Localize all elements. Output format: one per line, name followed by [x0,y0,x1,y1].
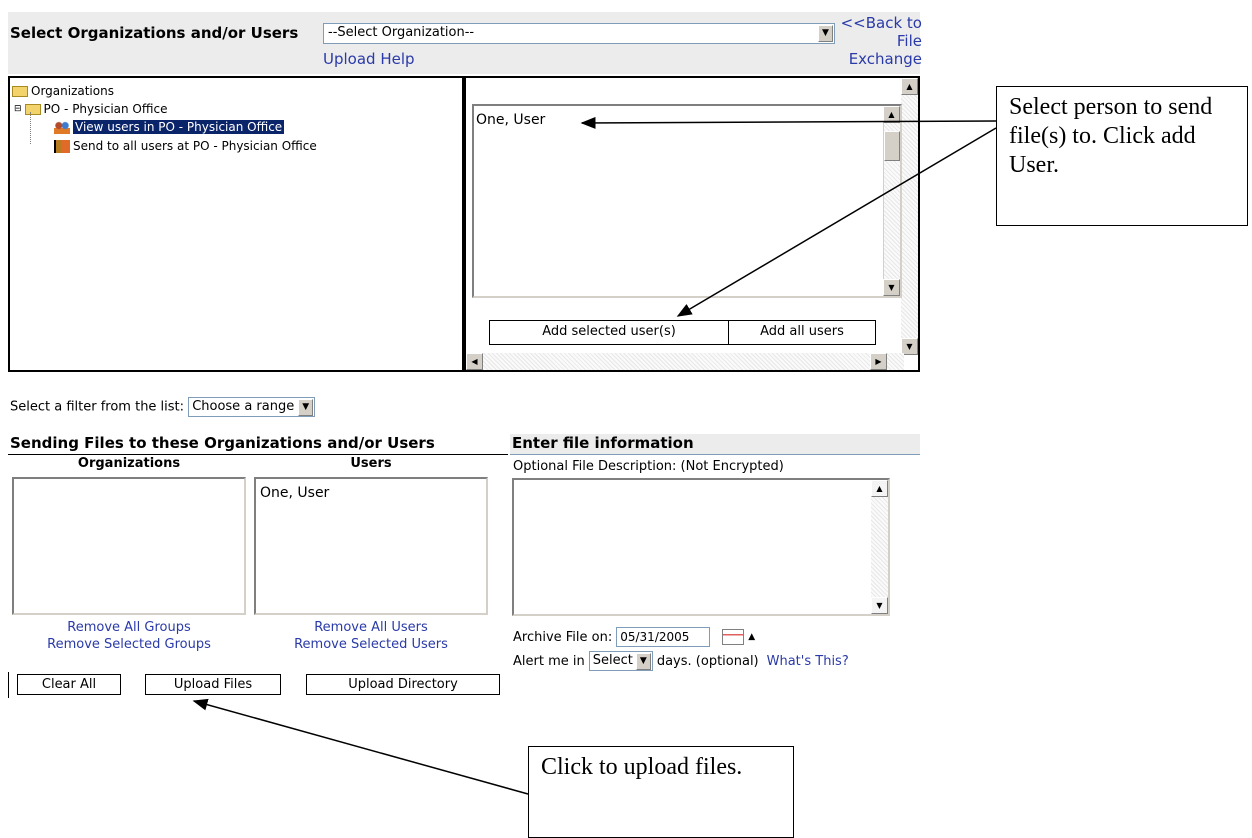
arrow-to-add-button [676,127,997,317]
annotation-arrows [192,116,997,795]
arrow-to-user-list [580,116,997,129]
arrow-to-upload-button [192,698,529,795]
